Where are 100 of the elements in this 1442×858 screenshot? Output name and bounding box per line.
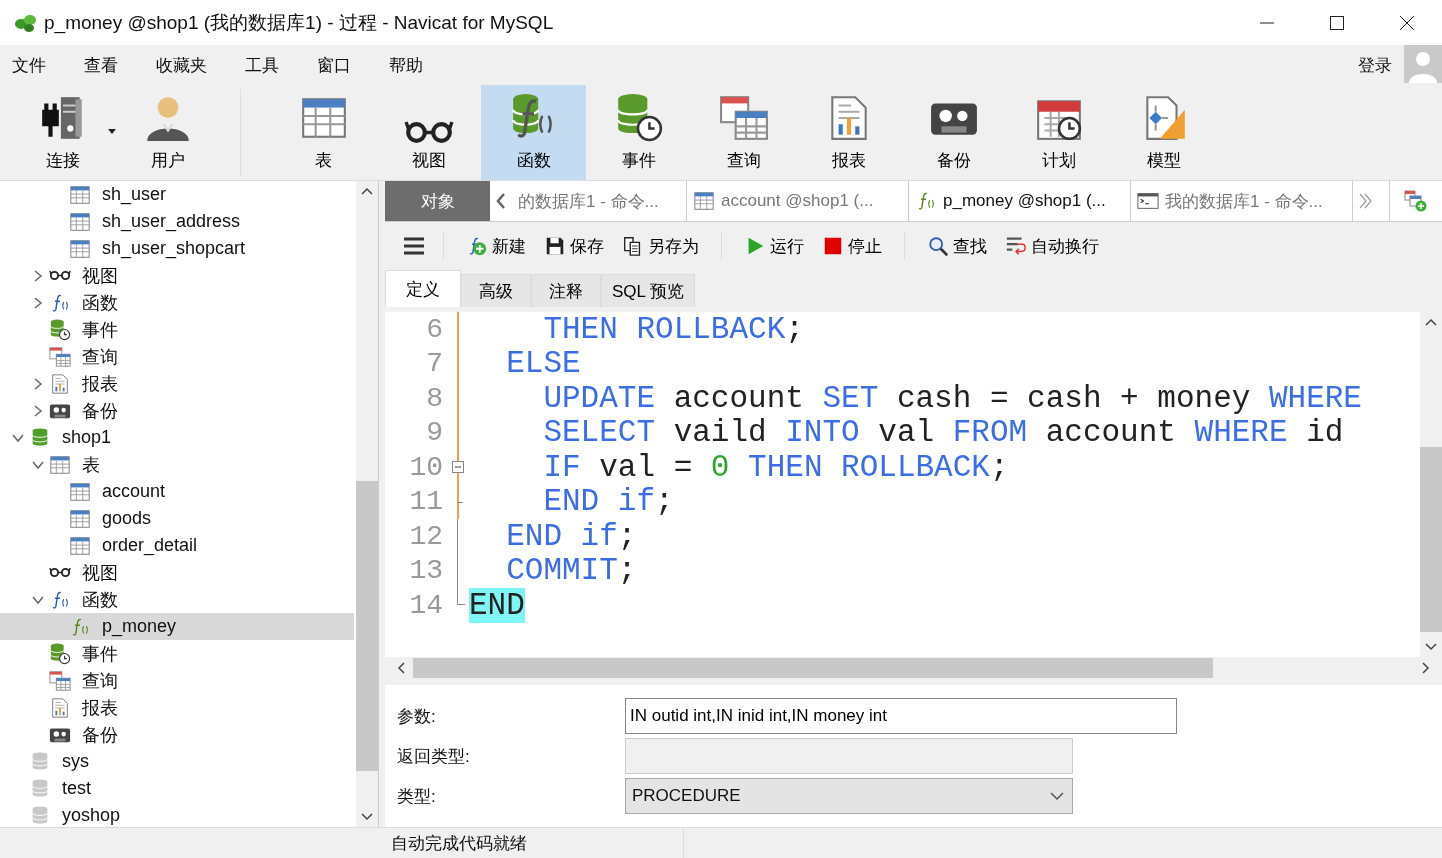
menu-icon[interactable]: [403, 236, 425, 256]
tree-item[interactable]: 视图: [0, 262, 354, 289]
tree-item[interactable]: account: [0, 478, 354, 505]
login-link[interactable]: 登录: [1358, 53, 1392, 77]
line-number: 14: [408, 589, 443, 621]
glasses-icon: [49, 270, 71, 281]
tree-item[interactable]: 事件: [0, 640, 354, 667]
tree-item[interactable]: 函数: [0, 289, 354, 316]
toolbar-button[interactable]: 另存为: [618, 232, 703, 260]
toolbar-button[interactable]: 事件: [586, 85, 691, 180]
document-tab[interactable]: 我的数据库1 - 命令...: [1131, 181, 1353, 221]
tab[interactable]: 高级: [461, 274, 531, 307]
tables-icon: [718, 93, 769, 143]
scroll-up-icon[interactable]: [1425, 318, 1437, 326]
tree-item[interactable]: 查询: [0, 667, 354, 694]
toolbar-button[interactable]: 模型: [1111, 85, 1216, 180]
toolbar-button[interactable]: 备份: [901, 85, 1006, 180]
tree-item[interactable]: sys: [0, 748, 354, 775]
toolbar-button[interactable]: 函数: [481, 85, 586, 180]
code-token: SELECT: [542, 415, 656, 451]
toolbar-button[interactable]: 新建: [462, 232, 530, 260]
tree-item[interactable]: 视图: [0, 559, 354, 586]
tab[interactable]: 定义: [385, 270, 461, 307]
menu-item[interactable]: 窗口: [317, 53, 351, 77]
tab[interactable]: SQL 预览: [601, 274, 696, 307]
toolbar-button[interactable]: 连接: [10, 85, 115, 180]
tree-item[interactable]: 查询: [0, 343, 354, 370]
code-token: 0: [709, 449, 730, 485]
code-token: IF: [542, 449, 581, 485]
code-token: UPDATE: [542, 380, 656, 416]
code-token: THEN ROLLBACK: [747, 449, 990, 485]
toolbar-button[interactable]: 计划: [1006, 85, 1111, 180]
tree-item[interactable]: order_detail: [0, 532, 354, 559]
table-icon: [69, 480, 91, 503]
objects-tab[interactable]: 对象: [385, 181, 490, 221]
toolbar-button[interactable]: 保存: [540, 232, 608, 260]
code-token: END if: [505, 518, 618, 554]
input-field[interactable]: IN outid int,IN inid int,IN money int: [625, 698, 1177, 734]
tree-item[interactable]: sh_user_shopcart: [0, 235, 354, 262]
tree-item[interactable]: sh_user_address: [0, 208, 354, 235]
tree-item[interactable]: test: [0, 775, 354, 802]
collapse-icon[interactable]: [452, 461, 464, 473]
tab[interactable]: 注释: [531, 274, 601, 307]
menu-item[interactable]: 文件: [12, 53, 46, 77]
line-number: 13: [408, 555, 443, 587]
status-text: 自动完成代码就绪: [385, 828, 684, 858]
code-token: val =: [598, 449, 693, 485]
field-label: 返回类型:: [397, 745, 471, 768]
tree-item[interactable]: 报表: [0, 694, 354, 721]
glasses-icon: [49, 567, 71, 578]
tree-item[interactable]: 备份: [0, 721, 354, 748]
tables-icon: [49, 669, 71, 692]
toolbar-button[interactable]: 视图: [376, 85, 481, 180]
menu-item[interactable]: 工具: [245, 53, 279, 77]
report-icon: [49, 372, 71, 395]
menu-item[interactable]: 帮助: [389, 53, 423, 77]
field-label: 参数:: [397, 705, 437, 728]
line-number: 9: [425, 417, 443, 449]
document-tab[interactable]: account @shop1 (...: [687, 181, 909, 221]
close-icon[interactable]: [1399, 14, 1415, 31]
tree-item[interactable]: p_money: [0, 613, 354, 640]
menu-item[interactable]: 查看: [84, 53, 118, 77]
tree-item[interactable]: yoshop: [0, 802, 354, 827]
new-tab-icon: [1404, 189, 1428, 213]
scrollbar[interactable]: [356, 181, 378, 827]
tree-item[interactable]: sh_user: [0, 181, 354, 208]
tree-item[interactable]: 事件: [0, 316, 354, 343]
chevron-down-icon: [1050, 791, 1064, 801]
tree-item[interactable]: 函数: [0, 586, 354, 613]
toolbar-button[interactable]: 运行: [740, 232, 808, 260]
toolbar-button[interactable]: 表: [271, 85, 376, 180]
document-tab[interactable]: 的数据库1 - 命令...: [512, 181, 687, 221]
menu-item[interactable]: 收藏夹: [156, 53, 207, 77]
line-number: 6: [425, 313, 443, 345]
toolbar-button[interactable]: 自动换行: [1001, 232, 1103, 260]
toolbar-button[interactable]: 用户: [115, 85, 220, 180]
glasses-icon: [403, 120, 454, 143]
database-icon: [29, 777, 51, 800]
toolbar-button[interactable]: 报表: [796, 85, 901, 180]
scroll-down-icon[interactable]: [361, 813, 373, 821]
code-token: FROM: [951, 415, 1028, 451]
tree-item[interactable]: 表: [0, 451, 354, 478]
field-label: 类型:: [397, 785, 437, 808]
scroll-left-icon[interactable]: [397, 662, 405, 674]
tree-item[interactable]: 报表: [0, 370, 354, 397]
tree-item[interactable]: goods: [0, 505, 354, 532]
toolbar-button[interactable]: 查找: [923, 232, 991, 260]
tree-item[interactable]: shop1: [0, 424, 354, 451]
dropdown[interactable]: PROCEDURE: [625, 778, 1073, 814]
tree-item[interactable]: 备份: [0, 397, 354, 424]
scroll-up-icon[interactable]: [361, 187, 373, 195]
scroll-down-icon[interactable]: [1425, 643, 1437, 651]
toolbar-button[interactable]: 查询: [691, 85, 796, 180]
scroll-left-icon[interactable]: [494, 191, 508, 211]
maximize-icon[interactable]: [1329, 14, 1345, 31]
code-token: END: [469, 587, 525, 623]
line-number: 10: [408, 451, 443, 483]
code-token: id: [1305, 415, 1344, 451]
scroll-right-icon[interactable]: [1422, 662, 1430, 674]
toolbar-button[interactable]: 停止: [818, 232, 886, 260]
